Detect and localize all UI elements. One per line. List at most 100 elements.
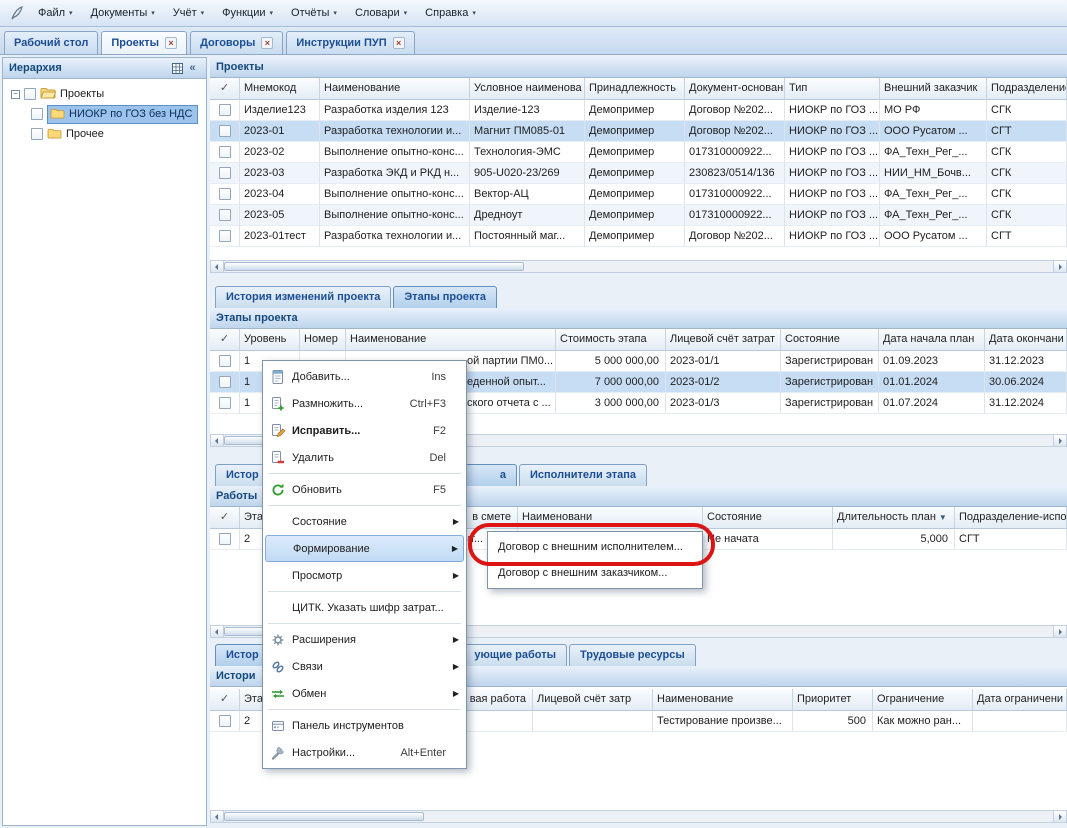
menu-item-extensions[interactable]: Расширения ▶ (265, 626, 464, 653)
column-header-sorted[interactable]: Длительность план▼ (833, 507, 955, 529)
close-icon[interactable]: × (165, 37, 177, 49)
tab-projects[interactable]: Проекты× (101, 31, 187, 54)
column-header[interactable]: Наименование (346, 329, 556, 351)
menu-reports[interactable]: Отчёты▾ (283, 3, 345, 23)
scroll-right-button[interactable] (1053, 811, 1066, 822)
table-row[interactable]: Изделие123 Разработка изделия 123 Издели… (210, 100, 1067, 121)
table-row[interactable]: 2023-02 Выполнение опытно-конс... Технол… (210, 142, 1067, 163)
menu-item-citk[interactable]: ЦИТК. Указать шифр затрат... (265, 594, 464, 621)
column-header[interactable]: Дата ограничени (973, 689, 1067, 711)
menu-item-formation[interactable]: Формирование ▶ (265, 535, 464, 562)
menu-item-exchange[interactable]: Обмен ▶ (265, 680, 464, 707)
column-header[interactable]: Ограничение (873, 689, 973, 711)
column-header[interactable]: Состояние (781, 329, 879, 351)
column-header[interactable]: Состояние (703, 507, 833, 529)
column-header[interactable]: Наименование (320, 78, 470, 100)
menu-file[interactable]: Файл▾ (30, 3, 81, 23)
horizontal-scrollbar[interactable] (210, 260, 1067, 273)
row-checkbox[interactable] (219, 376, 231, 388)
column-header[interactable]: Тип (785, 78, 880, 100)
select-all-header[interactable]: ✓ (210, 507, 240, 529)
menu-documents[interactable]: Документы▾ (83, 3, 163, 23)
scrollbar-thumb[interactable] (224, 262, 524, 271)
close-icon[interactable]: × (261, 37, 273, 49)
row-checkbox[interactable] (219, 355, 231, 367)
scroll-left-button[interactable] (211, 626, 224, 637)
column-header[interactable]: Номер (300, 329, 346, 351)
column-header[interactable]: Подразделение-испо (955, 507, 1067, 529)
scroll-left-button[interactable] (211, 811, 224, 822)
table-row[interactable]: 2023-03 Разработка ЭКД и РКД н... 905-U0… (210, 163, 1067, 184)
row-checkbox[interactable] (219, 188, 231, 200)
column-header[interactable]: Подразделение (987, 78, 1067, 100)
tree-checkbox[interactable] (31, 108, 43, 120)
column-header[interactable]: Документ-основан (685, 78, 785, 100)
column-header[interactable]: Дата окончани (985, 329, 1067, 351)
table-row[interactable]: 2023-05 Выполнение опытно-конс... Дредно… (210, 205, 1067, 226)
menu-item-duplicate[interactable]: Размножить... Ctrl+F3 (265, 390, 464, 417)
row-checkbox[interactable] (219, 167, 231, 179)
scroll-left-button[interactable] (211, 261, 224, 272)
tab-stage-executors[interactable]: Исполнители этапа (519, 464, 647, 486)
scroll-right-button[interactable] (1053, 261, 1066, 272)
menu-help[interactable]: Справка▾ (417, 3, 484, 23)
sort-descending-icon[interactable]: ▼ (939, 513, 947, 522)
tab-labor-resources[interactable]: Трудовые ресурсы (569, 644, 696, 666)
row-checkbox[interactable] (219, 125, 231, 137)
table-row[interactable]: 2023-04 Выполнение опытно-конс... Вектор… (210, 184, 1067, 205)
tab-instructions[interactable]: Инструкции ПУП× (286, 31, 414, 54)
row-checkbox[interactable] (219, 146, 231, 158)
column-header[interactable]: Дата начала план (879, 329, 985, 351)
column-header[interactable]: Уровень (240, 329, 300, 351)
row-checkbox[interactable] (219, 209, 231, 221)
select-all-header[interactable]: ✓ (210, 78, 240, 100)
collapse-node-icon[interactable]: − (11, 90, 20, 99)
scroll-right-button[interactable] (1053, 626, 1066, 637)
column-header[interactable]: Стоимость этапа (556, 329, 666, 351)
menu-functions[interactable]: Функции▾ (214, 3, 281, 23)
column-header[interactable]: Мнемокод (240, 78, 320, 100)
menu-item-add[interactable]: Добавить... Ins (265, 363, 464, 390)
tab-project-stages[interactable]: Этапы проекта (393, 286, 497, 308)
row-checkbox[interactable] (219, 715, 231, 727)
row-checkbox[interactable] (219, 230, 231, 242)
close-icon[interactable]: × (393, 37, 405, 49)
menu-accounting[interactable]: Учёт▾ (165, 3, 212, 23)
table-row[interactable]: 2023-01тест Разработка технологии и... П… (210, 226, 1067, 247)
select-all-header[interactable]: ✓ (210, 689, 240, 711)
menu-item-edit[interactable]: Исправить... F2 (265, 417, 464, 444)
column-header[interactable]: Приоритет (793, 689, 873, 711)
tree-item-other[interactable]: Прочее (5, 124, 204, 144)
menu-item-view[interactable]: Просмотр ▶ (265, 562, 464, 589)
scrollbar-thumb[interactable] (224, 812, 424, 821)
row-checkbox[interactable] (219, 104, 231, 116)
column-header[interactable]: Принадлежность (585, 78, 685, 100)
scroll-left-button[interactable] (211, 435, 224, 446)
menu-item-toolbar-panel[interactable]: Панель инструментов (265, 712, 464, 739)
menu-dictionaries[interactable]: Словари▾ (347, 3, 415, 23)
menu-item-links[interactable]: Связи ▶ (265, 653, 464, 680)
tree-item-projects[interactable]: − Проекты (5, 84, 204, 104)
tree-checkbox[interactable] (24, 88, 36, 100)
row-checkbox[interactable] (219, 533, 231, 545)
tree-item-niokr[interactable]: НИОКР по ГОЗ без НДС (5, 104, 204, 124)
menu-item-state[interactable]: Состояние ▶ (265, 508, 464, 535)
tab-contracts[interactable]: Договоры× (190, 31, 283, 54)
column-header[interactable]: Лицевой счёт затр (533, 689, 653, 711)
menu-item-settings[interactable]: Настройки... Alt+Enter (265, 739, 464, 766)
select-all-header[interactable]: ✓ (210, 329, 240, 351)
column-header[interactable]: Условное наименова (470, 78, 585, 100)
column-header[interactable]: Внешний заказчик (880, 78, 987, 100)
horizontal-scrollbar[interactable] (210, 810, 1067, 823)
table-row-selected[interactable]: 2023-01 Разработка технологии и... Магни… (210, 121, 1067, 142)
tab-project-history[interactable]: История изменений проекта (215, 286, 391, 308)
menu-item-delete[interactable]: Удалить Del (265, 444, 464, 471)
column-header[interactable]: Лицевой счёт затрат (666, 329, 781, 351)
collapse-panel-icon[interactable]: « (185, 61, 200, 76)
tab-desktop[interactable]: Рабочий стол (4, 31, 98, 54)
menu-item-refresh[interactable]: Обновить F5 (265, 476, 464, 503)
column-header[interactable]: Наименование (653, 689, 793, 711)
scroll-right-button[interactable] (1053, 435, 1066, 446)
tree-checkbox[interactable] (31, 128, 43, 140)
grid-icon[interactable] (170, 61, 185, 76)
